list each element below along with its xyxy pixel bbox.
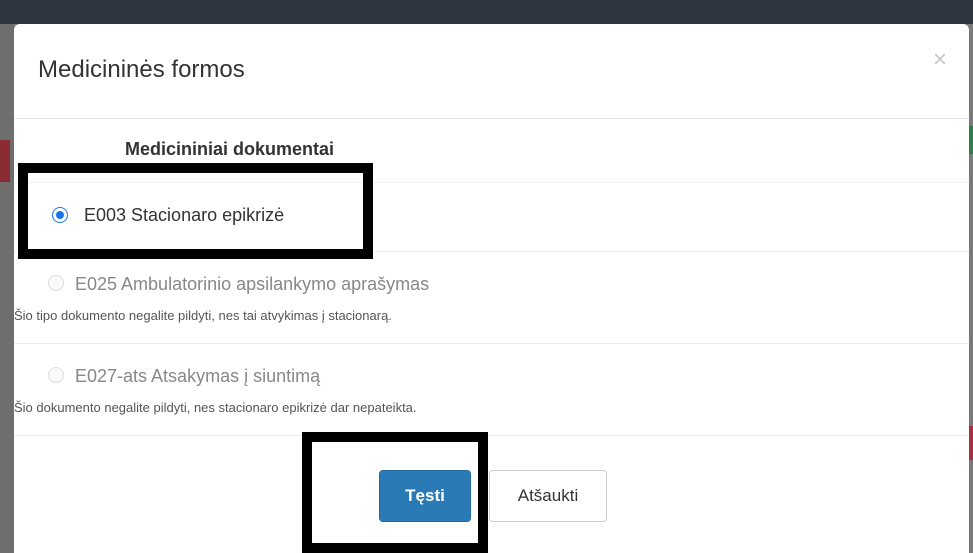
option-e027-note: Šio dokumento negalite pildyti, nes stac…: [14, 400, 417, 415]
option-e003-label[interactable]: E003 Stacionaro epikrizė: [84, 205, 284, 226]
option-e027: E027-ats Atsakymas į siuntimą Šio dokume…: [14, 344, 969, 436]
close-icon[interactable]: ×: [933, 48, 947, 72]
background-page: [0, 24, 14, 553]
continue-button[interactable]: Tęsti: [379, 470, 471, 522]
cancel-button[interactable]: Atšaukti: [489, 470, 607, 522]
app-top-bar: [0, 0, 973, 24]
dialog-header: Medicininės formos ×: [14, 24, 969, 119]
option-e025-note: Šio tipo dokumento negalite pildyti, nes…: [14, 308, 392, 323]
option-e003[interactable]: E003 Stacionaro epikrizė: [14, 183, 969, 252]
medical-forms-dialog: Medicininės formos × Medicininiai dokume…: [14, 24, 969, 553]
documents-section-header: Medicininiai dokumentai: [14, 119, 969, 183]
radio-e025: [48, 275, 64, 291]
section-title: Medicininiai dokumentai: [125, 139, 335, 159]
background-accent-left: [0, 140, 10, 182]
dialog-footer: Tęsti Atšaukti: [14, 436, 969, 553]
radio-e003[interactable]: [52, 207, 68, 223]
radio-e027: [48, 367, 64, 383]
option-e027-label: E027-ats Atsakymas į siuntimą: [75, 366, 321, 386]
option-e025: E025 Ambulatorinio apsilankymo aprašymas…: [14, 252, 969, 344]
option-e025-label: E025 Ambulatorinio apsilankymo aprašymas: [75, 274, 430, 294]
dialog-title: Medicininės formos: [38, 56, 245, 83]
